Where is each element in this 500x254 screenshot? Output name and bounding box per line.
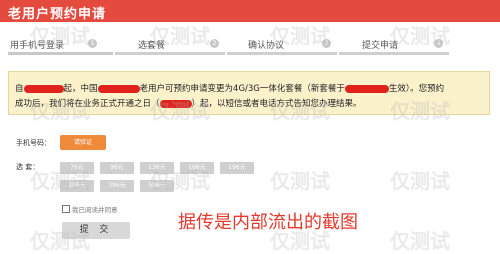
notice-seg5: 成功后，我们将在业务正式开通之日（ xyxy=(15,99,160,109)
notice-line-2: 成功后，我们将在业务正式开通之日（ ）起，以短信或者电话方式告知您办理结果。 xyxy=(15,97,362,109)
package-row-2: 296元 396元 596元 xyxy=(60,180,260,192)
phone-label: 手机号码： xyxy=(16,139,51,147)
notice-seg1: 自 xyxy=(15,84,24,94)
step-2-bar xyxy=(115,52,225,55)
notice-line-1: 自 起，中国 老用户可预约申请变更为4G/3G一体化套餐（新套餐于 生效）。您预约 xyxy=(15,82,444,94)
step-2-number: 2 xyxy=(210,39,219,48)
page-title: 老用户预约申请 xyxy=(8,7,107,22)
step-1-bar xyxy=(8,52,113,55)
package-option[interactable]: 136元 xyxy=(140,162,174,174)
step-3-bar xyxy=(227,52,337,55)
redaction-open-date xyxy=(159,99,192,108)
agree-label: 我已阅读并同意 xyxy=(72,206,118,214)
step-1-number: 1 xyxy=(88,39,97,48)
watermark: 仅测试 xyxy=(390,229,450,253)
step-4-number: 4 xyxy=(434,39,443,48)
step-2-label: 选套餐 xyxy=(138,41,166,51)
overlay-caption: 据传是内部流出的截图 xyxy=(178,212,358,233)
notice-seg6: ）起，以短信或者电话方式告知您办理结果。 xyxy=(191,99,362,109)
redaction-company xyxy=(97,84,140,93)
package-row-1: 76元 96元 136元 166元 196元 xyxy=(60,162,260,174)
step-3-number: 3 xyxy=(322,39,331,48)
notice-seg2: 起，中国 xyxy=(63,84,98,94)
step-4-label: 提交申请 xyxy=(362,41,399,51)
step-1-label: 用手机号登录 xyxy=(10,41,65,51)
notice-seg4: 生效）。您预约 xyxy=(388,84,445,94)
submit-button[interactable]: 提 交 xyxy=(62,222,130,239)
redaction-effective-date xyxy=(344,84,389,93)
package-option[interactable]: 396元 xyxy=(100,180,134,192)
progress-steps: 用手机号登录 1 选套餐 2 确认协议 3 提交申请 4 xyxy=(0,38,500,62)
package-option[interactable]: 76元 xyxy=(60,162,94,174)
package-option[interactable]: 596元 xyxy=(140,180,174,192)
watermark: 仅测试 xyxy=(270,169,330,193)
package-option[interactable]: 166元 xyxy=(180,162,214,174)
package-option[interactable]: 296元 xyxy=(60,180,94,192)
agree-checkbox[interactable] xyxy=(62,205,70,213)
watermark: 仅测试 xyxy=(390,169,450,193)
package-label: 选 套： xyxy=(16,163,40,171)
step-4-bar xyxy=(339,52,449,55)
step-3-label: 确认协议 xyxy=(248,41,285,51)
notice-seg3: 老用户可预约申请变更为4G/3G一体化套餐（新套餐于 xyxy=(139,84,345,94)
package-option[interactable]: 96元 xyxy=(100,162,134,174)
header-bar: 老用户预约申请 xyxy=(0,0,500,22)
notice-box: 自 起，中国 老用户可预约申请变更为4G/3G一体化套餐（新套餐于 生效）。您预约 成… xyxy=(8,71,490,115)
verify-button[interactable]: 请验证 xyxy=(60,135,106,150)
package-option[interactable]: 196元 xyxy=(220,162,254,174)
redaction-date xyxy=(23,84,64,93)
